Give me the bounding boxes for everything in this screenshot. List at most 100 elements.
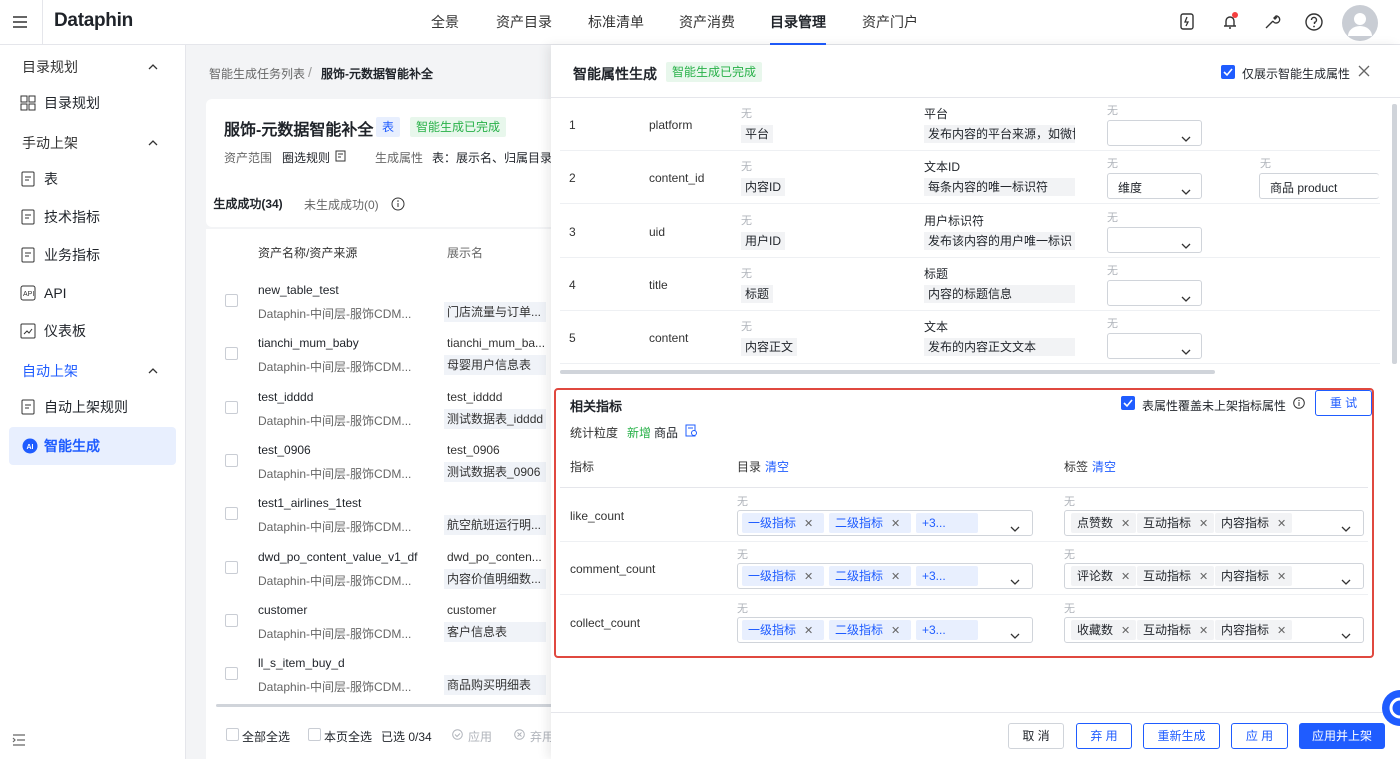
asset-name[interactable]: new_table_test: [258, 283, 339, 297]
close-icon[interactable]: ✕: [1199, 571, 1208, 583]
menu-icon[interactable]: [12, 14, 28, 30]
metric-tag-select[interactable]: 评论数 ✕ 互动指标 ✕ 内容指标 ✕: [1064, 563, 1364, 590]
metric-dir-select[interactable]: 一级指标 ✕ 二级指标 ✕ +3...: [737, 616, 1033, 643]
field-extra-select[interactable]: 商品 product: [1259, 173, 1379, 200]
row-checkbox[interactable]: [225, 613, 238, 627]
close-icon[interactable]: ✕: [1199, 625, 1208, 637]
only-show-checkbox[interactable]: [1221, 65, 1235, 79]
sidebar-item-ai-generate[interactable]: AI 智能生成: [9, 427, 176, 465]
horizontal-scrollbar[interactable]: [216, 704, 556, 707]
collapse-menu-icon[interactable]: [12, 733, 26, 747]
sidebar-group-auto[interactable]: 自动上架: [22, 361, 78, 381]
field-column: content_id: [649, 171, 705, 186]
close-icon[interactable]: ✕: [1199, 518, 1208, 530]
retry-button[interactable]: 重 试: [1315, 390, 1372, 416]
field-type-select[interactable]: [1107, 333, 1202, 360]
nav-asset-portal[interactable]: 资产门户: [862, 0, 918, 45]
apply-publish-button[interactable]: 应用并上架: [1299, 723, 1385, 749]
close-icon[interactable]: ✕: [804, 518, 813, 530]
close-icon[interactable]: ✕: [891, 571, 900, 583]
row-checkbox[interactable]: [225, 667, 238, 681]
field-type-select[interactable]: 维度: [1107, 173, 1202, 200]
tag-clear-link[interactable]: 清空: [1092, 458, 1116, 475]
fields-horizontal-scrollbar[interactable]: [560, 370, 1215, 374]
wrench-icon[interactable]: [1262, 12, 1282, 32]
override-checkbox[interactable]: [1121, 396, 1135, 410]
close-icon[interactable]: ✕: [1121, 625, 1130, 637]
metric-tag-select[interactable]: 点赞数 ✕ 互动指标 ✕ 内容指标 ✕: [1064, 510, 1364, 536]
tab-success[interactable]: 生成成功(34): [206, 192, 290, 216]
only-show-label[interactable]: 仅展示智能生成属性: [1242, 65, 1350, 82]
row-checkbox[interactable]: [225, 453, 238, 467]
chevron-up-icon[interactable]: [146, 364, 160, 378]
scope-label: 资产范围: [224, 151, 273, 165]
tab-fail[interactable]: 未生成成功(0): [304, 196, 379, 213]
override-label[interactable]: 表属性覆盖未上架指标属性: [1142, 397, 1286, 414]
brand-logo[interactable]: Dataphin: [54, 10, 133, 32]
nav-standard-list[interactable]: 标准清单: [588, 0, 644, 45]
close-icon[interactable]: ✕: [804, 571, 813, 583]
info-icon[interactable]: [1293, 397, 1305, 409]
sidebar-group-plan[interactable]: 目录规划: [22, 57, 78, 77]
tag-chip-text: 点赞数: [1077, 516, 1114, 530]
cancel-button[interactable]: 取 消: [1008, 723, 1064, 749]
asset-name[interactable]: test_idddd: [258, 390, 313, 404]
row-checkbox[interactable]: [225, 507, 238, 521]
field-type-select[interactable]: [1107, 120, 1202, 146]
task-icon[interactable]: [1178, 12, 1198, 32]
row-checkbox[interactable]: [225, 560, 238, 574]
close-icon[interactable]: ✕: [804, 625, 813, 637]
regenerate-button[interactable]: 重新生成: [1143, 723, 1220, 749]
close-icon[interactable]: ✕: [891, 518, 900, 530]
metric-tag-select[interactable]: 收藏数 ✕ 互动指标 ✕ 内容指标 ✕: [1064, 616, 1364, 643]
assistant-bubble[interactable]: [1382, 690, 1400, 726]
select-all-checkbox[interactable]: [226, 728, 239, 741]
chevron-up-icon[interactable]: [146, 60, 160, 74]
close-icon[interactable]: ✕: [1121, 518, 1130, 530]
close-icon[interactable]: ✕: [1277, 625, 1286, 637]
asset-name[interactable]: dwd_po_content_value_v1_df: [258, 550, 417, 564]
sidebar-group-manual[interactable]: 手动上架: [22, 133, 78, 153]
row-divider: [560, 309, 1380, 311]
breadcrumb-parent[interactable]: 智能生成任务列表: [209, 65, 305, 82]
discard-button[interactable]: 弃 用: [1076, 723, 1132, 749]
doc-search-icon[interactable]: [335, 150, 347, 162]
dir-chip-text: 二级指标: [835, 516, 884, 530]
nav-asset-catalog[interactable]: 资产目录: [496, 0, 552, 45]
help-icon[interactable]: [1304, 12, 1324, 32]
footer-apply[interactable]: 应用: [468, 728, 492, 745]
row-checkbox[interactable]: [225, 294, 238, 307]
close-icon[interactable]: [1358, 65, 1370, 77]
field-type-select[interactable]: [1107, 279, 1202, 306]
dir-clear-link[interactable]: 清空: [765, 458, 789, 475]
row-checkbox[interactable]: [225, 400, 238, 414]
apply-button[interactable]: 应 用: [1231, 723, 1288, 749]
metric-dir-none: 无: [737, 602, 748, 615]
nav-overview[interactable]: 全景: [431, 0, 459, 45]
drawer-vertical-scrollbar[interactable]: [1392, 104, 1397, 364]
select-page-label[interactable]: 本页全选: [324, 728, 372, 745]
asset-name[interactable]: test1_airlines_1test: [258, 496, 361, 510]
select-all-label[interactable]: 全部全选: [242, 728, 290, 745]
close-icon[interactable]: ✕: [1277, 571, 1286, 583]
field-type-select[interactable]: [1107, 226, 1202, 253]
nav-catalog-manage[interactable]: 目录管理: [770, 0, 826, 45]
bell-icon[interactable]: [1220, 12, 1240, 32]
metric-dir-select[interactable]: 一级指标 ✕ 二级指标 ✕ +3...: [737, 510, 1033, 536]
close-icon[interactable]: ✕: [1121, 571, 1130, 583]
select-page-checkbox[interactable]: [308, 728, 321, 741]
close-icon[interactable]: ✕: [891, 625, 900, 637]
close-icon[interactable]: ✕: [1277, 518, 1286, 530]
info-icon[interactable]: [391, 197, 405, 211]
asset-name[interactable]: tianchi_mum_baby: [258, 336, 359, 350]
nav-asset-consume[interactable]: 资产消费: [679, 0, 735, 45]
asset-name[interactable]: customer: [258, 603, 307, 617]
metric-dir-select[interactable]: 一级指标 ✕ 二级指标 ✕ +3...: [737, 563, 1033, 590]
avatar[interactable]: [1342, 5, 1378, 41]
chevron-up-icon[interactable]: [146, 136, 160, 150]
divider: [42, 0, 43, 45]
row-checkbox[interactable]: [225, 347, 238, 361]
asset-name[interactable]: test_0906: [258, 443, 311, 457]
doc-search-icon[interactable]: [685, 424, 698, 437]
asset-name[interactable]: ll_s_item_buy_d: [258, 656, 345, 670]
